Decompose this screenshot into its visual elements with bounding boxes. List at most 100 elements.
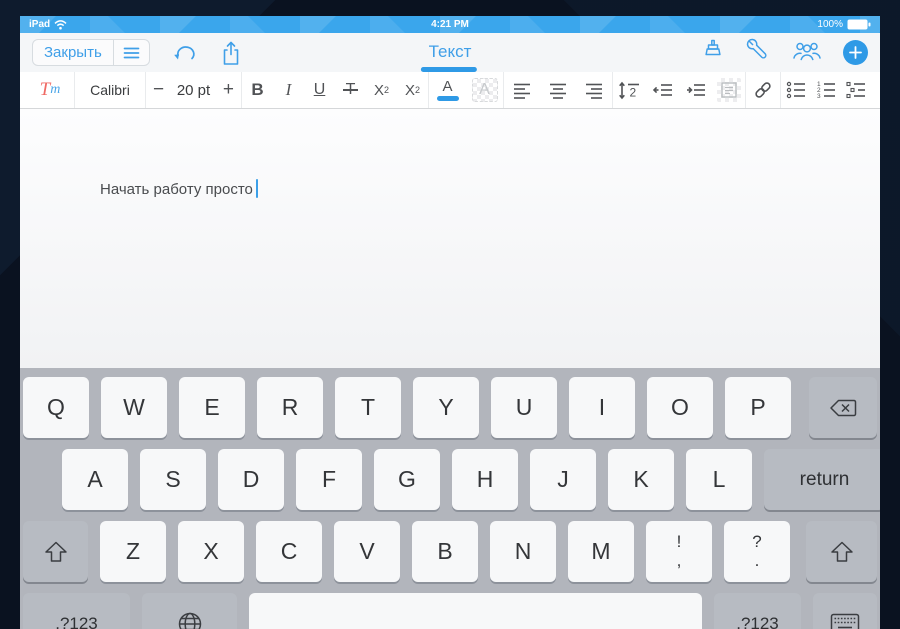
key-b[interactable]: B bbox=[412, 521, 478, 582]
status-time: 4:21 PM bbox=[431, 19, 469, 30]
italic-button[interactable]: I bbox=[273, 72, 304, 108]
undo-button[interactable] bbox=[172, 42, 197, 64]
key-o[interactable]: O bbox=[647, 377, 713, 438]
key-d[interactable]: D bbox=[218, 449, 284, 510]
shift-left-key[interactable] bbox=[23, 521, 88, 582]
line-spacing-button[interactable]: 2 bbox=[613, 72, 646, 108]
font-family-button[interactable]: Calibri bbox=[75, 72, 145, 108]
page-title: Текст bbox=[428, 42, 472, 61]
document-text: Начать работу просто bbox=[100, 179, 258, 198]
align-center-icon bbox=[550, 83, 566, 99]
battery-percent: 100% bbox=[817, 19, 843, 30]
outdent-icon bbox=[652, 84, 672, 96]
key-x[interactable]: X bbox=[178, 521, 244, 582]
key-h[interactable]: H bbox=[452, 449, 518, 510]
key-g[interactable]: G bbox=[374, 449, 440, 510]
key-question-period[interactable]: ? . bbox=[724, 521, 790, 582]
superscript-button[interactable]: X2 bbox=[366, 72, 397, 108]
hamburger-icon bbox=[123, 47, 140, 58]
key-l[interactable]: L bbox=[686, 449, 752, 510]
subscript-button[interactable]: X2 bbox=[397, 72, 428, 108]
outdent-button[interactable] bbox=[646, 72, 679, 108]
backspace-icon bbox=[830, 399, 857, 416]
key-j[interactable]: J bbox=[530, 449, 596, 510]
wifi-icon bbox=[54, 19, 67, 29]
shift-icon bbox=[44, 541, 67, 562]
keyboard-row-3: Z X C V B N M ! , ? . bbox=[23, 521, 877, 582]
font-size-value: 20 pt bbox=[176, 81, 211, 99]
dismiss-keyboard-key[interactable] bbox=[813, 593, 877, 629]
multilevel-list-button[interactable] bbox=[841, 72, 871, 108]
key-n[interactable]: N bbox=[490, 521, 556, 582]
numbered-list-icon: 1 2 3 bbox=[817, 81, 835, 100]
key-m[interactable]: M bbox=[568, 521, 634, 582]
text-frame-button-disabled[interactable] bbox=[712, 72, 745, 108]
share-icon bbox=[223, 41, 239, 65]
increase-size-button[interactable]: + bbox=[223, 79, 234, 101]
settings-button[interactable] bbox=[746, 38, 771, 68]
hamburger-menu-button[interactable] bbox=[114, 40, 149, 65]
clear-format-button[interactable] bbox=[701, 38, 725, 68]
key-i[interactable]: I bbox=[569, 377, 635, 438]
key-exclaim-comma[interactable]: ! , bbox=[646, 521, 712, 582]
numbered-list-button[interactable]: 1 2 3 bbox=[811, 72, 841, 108]
space-key[interactable] bbox=[249, 593, 702, 629]
key-k[interactable]: K bbox=[608, 449, 674, 510]
shift-icon bbox=[830, 541, 853, 562]
line-spacing-icon: 2 bbox=[618, 81, 639, 99]
align-left-button[interactable] bbox=[504, 72, 540, 108]
users-icon bbox=[793, 42, 821, 61]
globe-key[interactable] bbox=[142, 593, 237, 629]
indent-button[interactable] bbox=[679, 72, 712, 108]
share-button[interactable] bbox=[219, 40, 243, 66]
insert-link-button[interactable] bbox=[746, 72, 780, 108]
text-styles-button[interactable]: Tт bbox=[26, 72, 74, 108]
globe-icon bbox=[178, 612, 201, 629]
keyboard-row-4: .?123 .?123 bbox=[23, 593, 877, 629]
wrench-icon bbox=[746, 38, 767, 58]
add-button[interactable] bbox=[843, 40, 868, 65]
keyboard-row-1: Q W E R T Y U I O P bbox=[23, 377, 877, 438]
bold-button[interactable]: B bbox=[242, 72, 273, 108]
key-p[interactable]: P bbox=[725, 377, 791, 438]
format-toolbar: Tт Calibri − 20 pt + B I U T X2 X2 A A bbox=[20, 72, 880, 109]
key-z[interactable]: Z bbox=[100, 521, 166, 582]
key-a[interactable]: A bbox=[62, 449, 128, 510]
key-v[interactable]: V bbox=[334, 521, 400, 582]
key-e[interactable]: E bbox=[179, 377, 245, 438]
bullet-list-button[interactable] bbox=[781, 72, 811, 108]
key-w[interactable]: W bbox=[101, 377, 167, 438]
onscreen-keyboard: Q W E R T Y U I O P A S D F G H J K L re… bbox=[20, 368, 880, 629]
key-y[interactable]: Y bbox=[413, 377, 479, 438]
indent-icon bbox=[686, 84, 705, 96]
shift-right-key[interactable] bbox=[806, 521, 877, 582]
text-cursor bbox=[255, 179, 258, 198]
numbers-key-left[interactable]: .?123 bbox=[23, 593, 130, 629]
align-right-button[interactable] bbox=[576, 72, 612, 108]
underline-button[interactable]: U bbox=[304, 72, 335, 108]
navbar: Закрыть Текст bbox=[20, 33, 880, 72]
numbers-key-right[interactable]: .?123 bbox=[714, 593, 801, 629]
align-right-icon bbox=[586, 83, 602, 99]
backspace-key[interactable] bbox=[809, 377, 877, 438]
return-key[interactable]: return bbox=[764, 449, 880, 510]
collaborators-button[interactable] bbox=[792, 38, 822, 67]
font-color-button[interactable]: A bbox=[429, 72, 466, 108]
key-q[interactable]: Q bbox=[23, 377, 89, 438]
highlight-color-button[interactable]: A bbox=[466, 72, 503, 108]
link-icon bbox=[755, 82, 771, 98]
strikethrough-button[interactable]: T bbox=[335, 72, 366, 108]
decrease-size-button[interactable]: − bbox=[153, 79, 164, 101]
bullet-list-icon bbox=[786, 81, 805, 99]
close-button[interactable]: Закрыть bbox=[33, 40, 113, 65]
key-f[interactable]: F bbox=[296, 449, 362, 510]
key-s[interactable]: S bbox=[140, 449, 206, 510]
multilevel-list-icon bbox=[846, 81, 865, 99]
align-center-button[interactable] bbox=[540, 72, 576, 108]
key-u[interactable]: U bbox=[491, 377, 557, 438]
key-c[interactable]: C bbox=[256, 521, 322, 582]
document-area[interactable]: Начать работу просто bbox=[20, 109, 880, 368]
key-t[interactable]: T bbox=[335, 377, 401, 438]
key-r[interactable]: R bbox=[257, 377, 323, 438]
battery-icon bbox=[847, 19, 871, 30]
